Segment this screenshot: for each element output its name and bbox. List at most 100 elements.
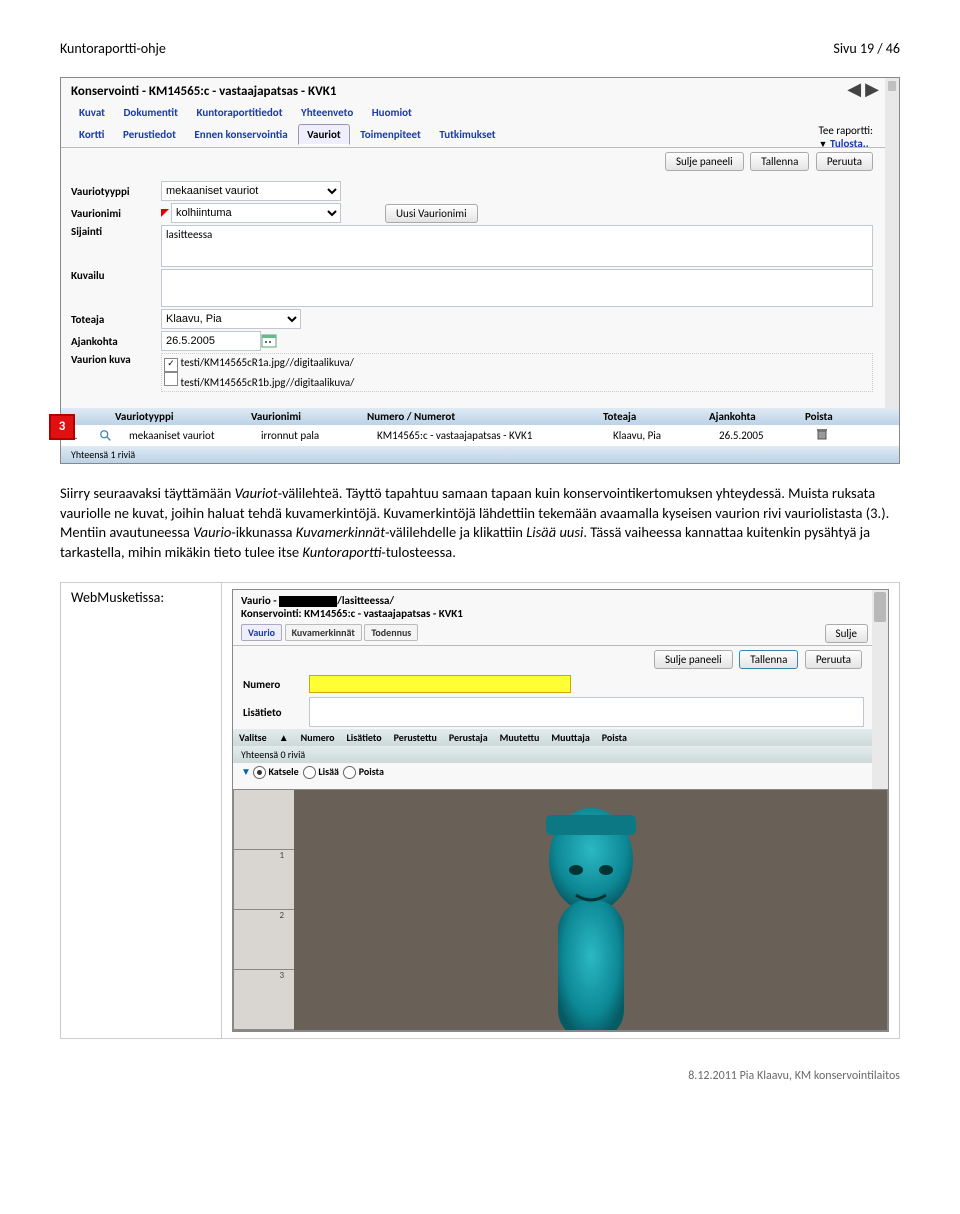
tallenna-button[interactable]: Tallenna xyxy=(750,152,809,171)
trash-icon[interactable] xyxy=(807,427,837,444)
tab-perustiedot[interactable]: Perustiedot xyxy=(115,125,184,144)
table-label-cell: WebMusketissa: xyxy=(61,583,222,1039)
col-vaurionimi: Vaurionimi xyxy=(243,410,359,423)
numero-label: Numero xyxy=(243,678,303,691)
lisatieto-input[interactable] xyxy=(309,697,864,727)
vauriotyyppi-select[interactable]: mekaaniset vauriot xyxy=(161,181,341,201)
sc2-tallenna-button[interactable]: Tallenna xyxy=(739,650,798,669)
sc2-sulje-paneeli-button[interactable]: Sulje paneeli xyxy=(654,650,733,669)
tab-todennus[interactable]: Todennus xyxy=(364,624,418,641)
peruuta-button[interactable]: Peruuta xyxy=(816,152,873,171)
vauriot-grid-header: Vauriotyyppi Vaurionimi Numero / Numerot… xyxy=(61,408,899,425)
col-lisatieto: Lisätieto xyxy=(341,731,388,744)
vaurio-subtitle: Konservointi: KM14565:c - vastaajapatsas… xyxy=(233,607,888,622)
tab-kuntoraportitiedot[interactable]: Kuntoraportitiedot xyxy=(188,103,290,122)
col-ajankohta: Ajankohta xyxy=(701,410,797,423)
uusi-vaurionimi-button[interactable]: Uusi Vaurionimi xyxy=(385,204,478,223)
tab-huomiot[interactable]: Huomiot xyxy=(364,103,420,122)
sijainti-label: Sijainti xyxy=(71,225,161,238)
file1-path: testi/KM14565cR1a.jpg//digitaalikuva/ xyxy=(181,356,354,369)
kuvailu-label: Kuvailu xyxy=(71,269,161,282)
col-toteaja: Toteaja xyxy=(595,410,701,423)
col-poista: Poista xyxy=(797,410,863,423)
numero-input-highlight[interactable] xyxy=(309,675,571,693)
toteaja-label: Toteaja xyxy=(71,313,161,326)
col-valitse: Valitse xyxy=(233,731,273,744)
poista-label: Poista xyxy=(359,765,384,778)
file1-checkbox[interactable]: ✓ xyxy=(164,358,178,372)
panel-title: Konservointi - KM14565:c - vastaajapatsa… xyxy=(61,78,899,101)
artifact-photo: 1 2 3 xyxy=(233,789,888,1031)
toteaja-select[interactable]: Klaavu, Pia xyxy=(161,309,301,329)
poista-radio[interactable] xyxy=(343,766,356,779)
cell-toteaja: Klaavu, Pia xyxy=(605,429,711,442)
sulje-paneeli-button[interactable]: Sulje paneeli xyxy=(665,152,744,171)
instruction-paragraph: Siirry seuraavaksi täyttämään Vauriot-vä… xyxy=(60,484,900,562)
tab-kuvat[interactable]: Kuvat xyxy=(71,103,113,122)
tab-dokumentit[interactable]: Dokumentit xyxy=(116,103,186,122)
doc-page: Sivu 19 / 46 xyxy=(833,40,900,57)
vertical-scrollbar[interactable] xyxy=(885,78,899,463)
sulje-button[interactable]: Sulje xyxy=(825,624,868,643)
statue-icon xyxy=(516,800,666,1030)
col-perustettu: Perustettu xyxy=(388,731,443,744)
document-footer: 8.12.2011 Pia Klaavu, KM konservointilai… xyxy=(60,1069,900,1083)
webmusketissa-table: WebMusketissa: Vaurio - /lasitteessa/ Ko… xyxy=(60,582,900,1039)
vauriotyyppi-label: Vauriotyyppi xyxy=(71,185,161,198)
cell-numero: KM14565:c - vastaajapatsas - KVK1 xyxy=(369,429,605,442)
col-perustaja: Perustaja xyxy=(443,731,494,744)
lisatieto-label: Lisätieto xyxy=(243,706,303,719)
grid-summary: Yhteensä 1 riviä xyxy=(61,446,899,463)
col-vauriotyyppi: Vauriotyyppi xyxy=(107,410,243,423)
file2-path: testi/KM14565cR1b.jpg//digitaalikuva/ xyxy=(181,376,355,389)
required-marker-icon xyxy=(161,209,169,217)
katsele-radio[interactable] xyxy=(253,766,266,779)
tee-raportti-label: Tee raportti: xyxy=(819,124,873,137)
tulosta-link[interactable]: Tulosta.. xyxy=(830,137,869,150)
col-numero: Numero / Numerot xyxy=(359,410,595,423)
ajankohta-input[interactable] xyxy=(161,331,261,351)
vaurio-title: Vaurio - /lasitteessa/ xyxy=(233,590,888,607)
sc2-peruuta-button[interactable]: Peruuta xyxy=(805,650,862,669)
tab-toimenpiteet[interactable]: Toimenpiteet xyxy=(352,125,429,144)
tab-yhteenveto[interactable]: Yhteenveto xyxy=(293,103,361,122)
col-muuttaja: Muuttaja xyxy=(545,731,595,744)
ruler: 1 2 3 xyxy=(234,790,294,1030)
cell-vaurionimi: irronnut pala xyxy=(253,429,369,442)
tabrow-2: Tee raportti: ▼ Tulosta.. Kortti Perusti… xyxy=(61,122,899,145)
screenshot-konservointi-panel: ◀ ▶ Konservointi - KM14565:c - vastaajap… xyxy=(60,77,900,464)
sijainti-textarea[interactable]: lasitteessa xyxy=(161,225,873,267)
cell-vauriotyyppi: mekaaniset vauriot xyxy=(121,429,253,442)
cell-ajankohta: 26.5.2005 xyxy=(711,429,807,442)
col-poista2: Poista xyxy=(596,731,633,744)
tab-ennen-konservointia[interactable]: Ennen konservointia xyxy=(186,125,295,144)
tab-tutkimukset[interactable]: Tutkimukset xyxy=(431,125,503,144)
sijainti-value: lasitteessa xyxy=(166,228,212,241)
redacted-block xyxy=(279,596,337,607)
vauriot-grid-row[interactable]: 1. mekaaniset vauriot irronnut pala KM14… xyxy=(61,425,899,446)
magnifier-icon[interactable] xyxy=(91,429,121,443)
lisaa-label: Lisää xyxy=(318,765,339,778)
col-muutettu: Muutettu xyxy=(494,731,546,744)
col-numero2: Numero xyxy=(295,731,341,744)
table-content-cell: Vaurio - /lasitteessa/ Konservointi: KM1… xyxy=(222,583,900,1039)
doc-title: Kuntoraportti-ohje xyxy=(60,40,166,57)
vaurionimi-label: Vaurionimi xyxy=(71,207,161,220)
file2-checkbox[interactable] xyxy=(164,372,178,386)
ajankohta-label: Ajankohta xyxy=(71,335,161,348)
tabrow-1: Kuvat Dokumentit Kuntoraportitiedot Yhte… xyxy=(61,101,899,122)
document-header: Kuntoraportti-ohje Sivu 19 / 46 xyxy=(60,40,900,57)
kuvailu-textarea[interactable] xyxy=(161,269,873,307)
tab-kuvamerkinnat[interactable]: Kuvamerkinnät xyxy=(285,624,362,641)
screenshot-vaurio-window: Vaurio - /lasitteessa/ Konservointi: KM1… xyxy=(232,589,889,1032)
sc2-summary: Yhteensä 0 riviä xyxy=(233,746,888,763)
lisaa-radio[interactable] xyxy=(303,766,316,779)
tab-vauriot[interactable]: Vauriot xyxy=(298,124,350,145)
vaurionkuva-label: Vaurion kuva xyxy=(71,353,161,366)
tab-vaurio[interactable]: Vaurio xyxy=(241,624,282,641)
kuvamerkinnat-grid-header: Valitse ▲ Numero Lisätieto Perustettu Pe… xyxy=(233,729,888,746)
tab-kortti[interactable]: Kortti xyxy=(71,125,113,144)
vaurionimi-select[interactable]: kolhiintuma xyxy=(171,203,341,223)
katsele-label: Katsele xyxy=(268,765,298,778)
calendar-icon[interactable] xyxy=(261,333,277,349)
